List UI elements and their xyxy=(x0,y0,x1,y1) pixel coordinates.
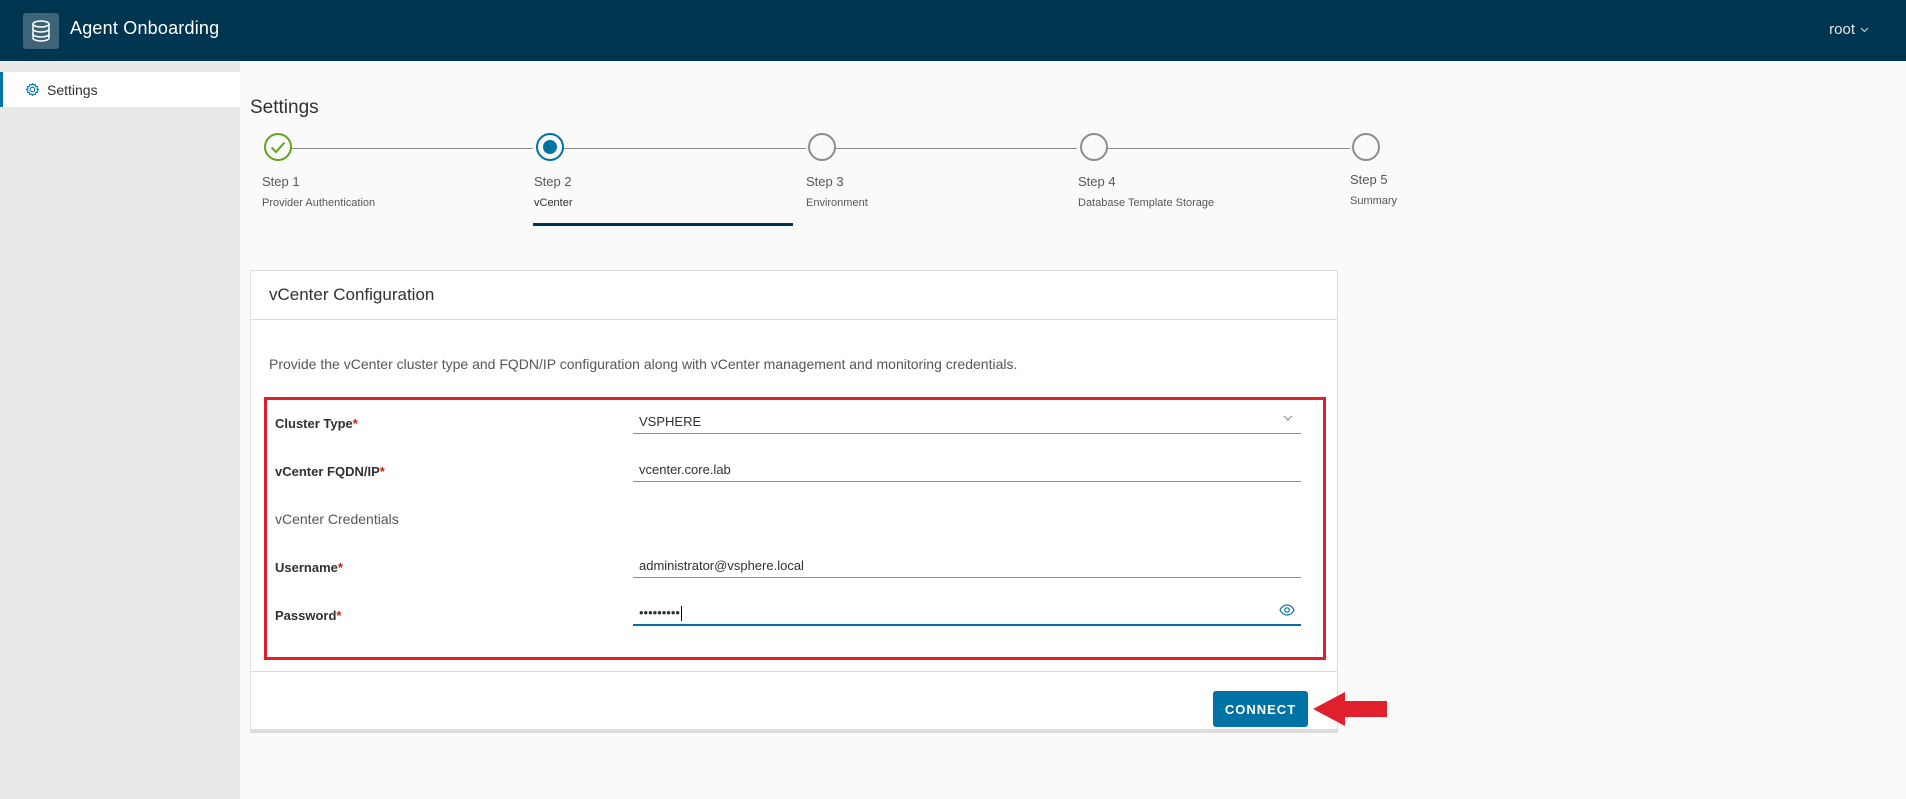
user-menu[interactable]: root xyxy=(1829,21,1869,38)
step-2-name: vCenter xyxy=(534,197,573,209)
step-5-number: Step 5 xyxy=(1350,172,1388,187)
highlight-box: Cluster Type* VSPHERE vCenter FQDN/IP* v… xyxy=(264,397,1326,660)
chevron-down-icon xyxy=(1283,415,1293,421)
card-footer-divider xyxy=(251,671,1337,672)
step-3-number: Step 3 xyxy=(806,174,844,189)
step-2-indicator[interactable] xyxy=(536,133,564,161)
step-connector xyxy=(822,148,1077,149)
card-title: vCenter Configuration xyxy=(269,285,435,304)
step-connector xyxy=(1094,148,1350,149)
wizard-stepper: Step 1 Provider Authentication Step 2 vC… xyxy=(240,131,1440,231)
step-connector xyxy=(278,148,533,149)
credentials-section-label: vCenter Credentials xyxy=(275,511,399,527)
card-description: Provide the vCenter cluster type and FQD… xyxy=(269,356,1018,372)
fqdn-value: vcenter.core.lab xyxy=(639,462,731,477)
step-3-indicator[interactable] xyxy=(808,133,836,161)
step-1-number: Step 1 xyxy=(262,174,300,189)
step-2-number: Step 2 xyxy=(534,174,572,189)
step-4-name: Database Template Storage xyxy=(1078,197,1215,209)
sidebar-item-settings[interactable]: Settings xyxy=(0,72,240,107)
main-content: Settings Step 1 Provider Authentication … xyxy=(240,61,1906,799)
username-value: administrator@vsphere.local xyxy=(639,558,804,573)
red-arrow-annotation xyxy=(1313,692,1387,726)
eye-icon[interactable] xyxy=(1279,604,1295,616)
password-label: Password* xyxy=(275,608,342,623)
password-input[interactable]: ••••••••• xyxy=(633,600,1301,626)
password-value: ••••••••• xyxy=(639,605,680,620)
app-title: Agent Onboarding xyxy=(70,18,220,38)
check-icon xyxy=(270,141,286,153)
cluster-type-label: Cluster Type* xyxy=(275,416,358,431)
chevron-down-icon xyxy=(1860,27,1869,32)
step-4-number: Step 4 xyxy=(1078,174,1116,189)
gear-icon xyxy=(25,82,40,97)
fqdn-label: vCenter FQDN/IP* xyxy=(275,464,385,479)
step-5-name: Summary xyxy=(1350,195,1398,207)
app-header: Agent Onboarding root xyxy=(0,0,1906,61)
page-title: Settings xyxy=(250,97,319,118)
step-connector xyxy=(550,148,806,149)
step-3-name: Environment xyxy=(806,197,868,209)
sidebar: Settings xyxy=(0,61,240,799)
step-1-name: Provider Authentication xyxy=(262,197,376,209)
database-icon xyxy=(23,13,59,49)
sidebar-item-label: Settings xyxy=(47,81,98,98)
step-5-indicator[interactable] xyxy=(1352,133,1380,161)
text-cursor xyxy=(680,606,682,622)
card-header-divider xyxy=(251,319,1337,320)
username-input[interactable]: administrator@vsphere.local xyxy=(633,553,1301,578)
fqdn-input[interactable]: vcenter.core.lab xyxy=(633,457,1301,482)
cluster-type-value: VSPHERE xyxy=(639,414,702,429)
connect-button[interactable]: CONNECT xyxy=(1213,691,1308,727)
vcenter-configuration-card: vCenter Configuration Provide the vCente… xyxy=(250,270,1387,730)
step-4-indicator[interactable] xyxy=(1080,133,1108,161)
active-dot xyxy=(543,140,557,154)
active-step-underline xyxy=(533,223,793,226)
user-name: root xyxy=(1829,21,1855,38)
step-1-indicator[interactable] xyxy=(264,133,292,161)
username-label: Username* xyxy=(275,560,343,575)
cluster-type-select[interactable]: VSPHERE xyxy=(633,409,1301,434)
